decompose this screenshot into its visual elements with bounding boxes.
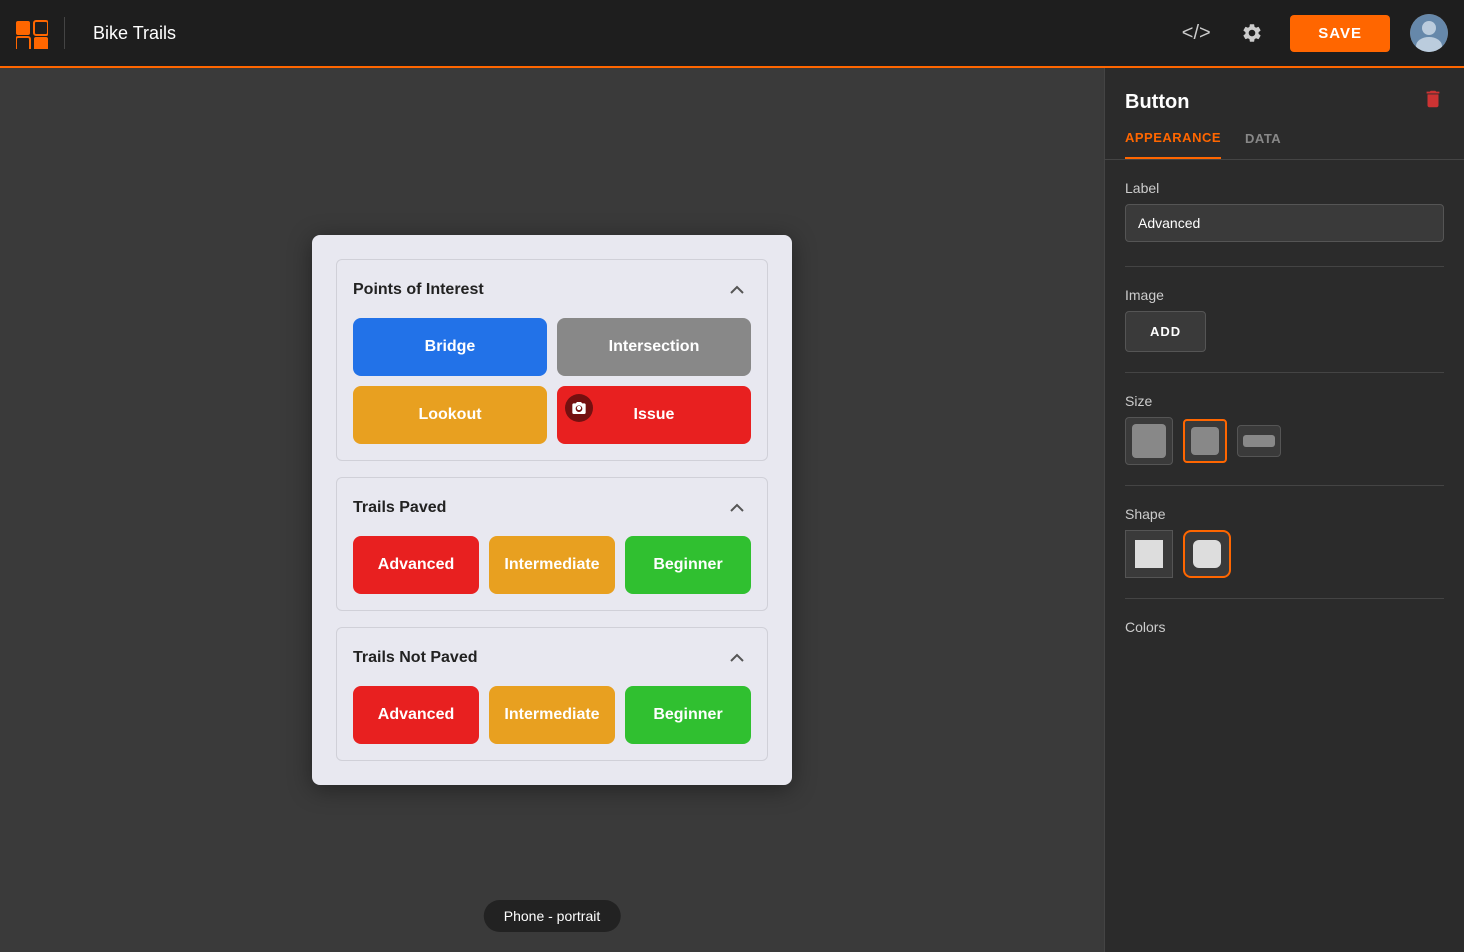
section-title-not-paved: Trails Not Paved [353, 649, 478, 667]
not-paved-beginner-button[interactable]: Beginner [625, 686, 751, 744]
paved-advanced-button[interactable]: Advanced [353, 536, 479, 594]
poi-buttons-grid: Bridge Intersection Lookout Issue [353, 318, 751, 444]
tab-data[interactable]: DATA [1245, 130, 1281, 159]
shape-options [1125, 530, 1444, 578]
collapse-paved-button[interactable] [723, 494, 751, 522]
chevron-up-icon [729, 282, 745, 298]
phone-frame: Points of Interest Bridge Intersection L… [312, 235, 792, 785]
collapse-poi-button[interactable] [723, 276, 751, 304]
panel-content: Label Image ADD Size [1105, 160, 1464, 665]
shape-square-option[interactable] [1125, 530, 1173, 578]
size-section: Size [1125, 393, 1444, 465]
main-layout: Points of Interest Bridge Intersection L… [0, 68, 1464, 952]
divider-2 [1125, 372, 1444, 373]
shape-square-inner [1135, 540, 1163, 568]
camera-overlay-icon [565, 394, 593, 422]
not-paved-advanced-button[interactable]: Advanced [353, 686, 479, 744]
label-field-label: Label [1125, 180, 1444, 196]
settings-button[interactable] [1234, 15, 1270, 51]
section-points-of-interest: Points of Interest Bridge Intersection L… [336, 259, 768, 461]
shape-section: Shape [1125, 506, 1444, 578]
size-large-option[interactable] [1125, 417, 1173, 465]
save-button[interactable]: SAVE [1290, 15, 1390, 52]
intersection-button[interactable]: Intersection [557, 318, 751, 376]
camera-icon [571, 400, 587, 416]
size-medium-inner [1191, 427, 1219, 455]
app-title: Bike Trails [77, 23, 176, 44]
not-paved-buttons-grid: Advanced Intermediate Beginner [353, 686, 751, 744]
canvas-footer-label: Phone - portrait [484, 900, 621, 932]
code-button[interactable]: </> [1178, 15, 1214, 51]
size-options [1125, 417, 1444, 465]
delete-button[interactable] [1422, 88, 1444, 116]
panel-tabs: APPEARANCE DATA [1105, 116, 1464, 160]
chevron-up-icon-not-paved [729, 650, 745, 666]
size-small-inner [1243, 435, 1275, 447]
not-paved-intermediate-button[interactable]: Intermediate [489, 686, 615, 744]
shape-field-label: Shape [1125, 506, 1444, 522]
section-header-not-paved: Trails Not Paved [353, 644, 751, 672]
paved-beginner-button[interactable]: Beginner [625, 536, 751, 594]
topbar-actions: </> SAVE [1178, 14, 1448, 52]
app-logo-icon [16, 17, 48, 49]
logo-area [16, 17, 65, 49]
divider-3 [1125, 485, 1444, 486]
colors-section: Colors [1125, 619, 1444, 635]
image-section: Image ADD [1125, 287, 1444, 352]
divider-1 [1125, 266, 1444, 267]
chevron-up-icon-paved [729, 500, 745, 516]
panel-header: Button [1105, 68, 1464, 116]
divider-4 [1125, 598, 1444, 599]
size-field-label: Size [1125, 393, 1444, 409]
add-image-button[interactable]: ADD [1125, 311, 1206, 352]
size-medium-option[interactable] [1183, 419, 1227, 463]
shape-rounded-option[interactable] [1183, 530, 1231, 578]
issue-button[interactable]: Issue [557, 386, 751, 444]
canvas-area: Points of Interest Bridge Intersection L… [0, 68, 1104, 952]
section-header-paved: Trails Paved [353, 494, 751, 522]
section-title-paved: Trails Paved [353, 499, 446, 517]
bridge-button[interactable]: Bridge [353, 318, 547, 376]
topbar: Bike Trails </> SAVE [0, 0, 1464, 68]
panel-title: Button [1125, 91, 1189, 114]
tab-appearance[interactable]: APPEARANCE [1125, 130, 1221, 159]
collapse-not-paved-button[interactable] [723, 644, 751, 672]
label-input[interactable] [1125, 204, 1444, 242]
section-title-poi: Points of Interest [353, 281, 484, 299]
size-small-option[interactable] [1237, 425, 1281, 457]
code-icon: </> [1182, 22, 1211, 45]
right-panel: Button APPEARANCE DATA Label Image ADD [1104, 68, 1464, 952]
paved-intermediate-button[interactable]: Intermediate [489, 536, 615, 594]
image-field-label: Image [1125, 287, 1444, 303]
lookout-button[interactable]: Lookout [353, 386, 547, 444]
section-header-poi: Points of Interest [353, 276, 751, 304]
gear-icon [1241, 22, 1263, 44]
paved-buttons-grid: Advanced Intermediate Beginner [353, 536, 751, 594]
section-trails-not-paved: Trails Not Paved Advanced Intermediate B… [336, 627, 768, 761]
colors-field-label: Colors [1125, 619, 1444, 635]
avatar [1410, 14, 1448, 52]
trash-icon [1422, 88, 1444, 110]
shape-rounded-inner [1193, 540, 1221, 568]
section-trails-paved: Trails Paved Advanced Intermediate Begin… [336, 477, 768, 611]
size-large-inner [1132, 424, 1166, 458]
